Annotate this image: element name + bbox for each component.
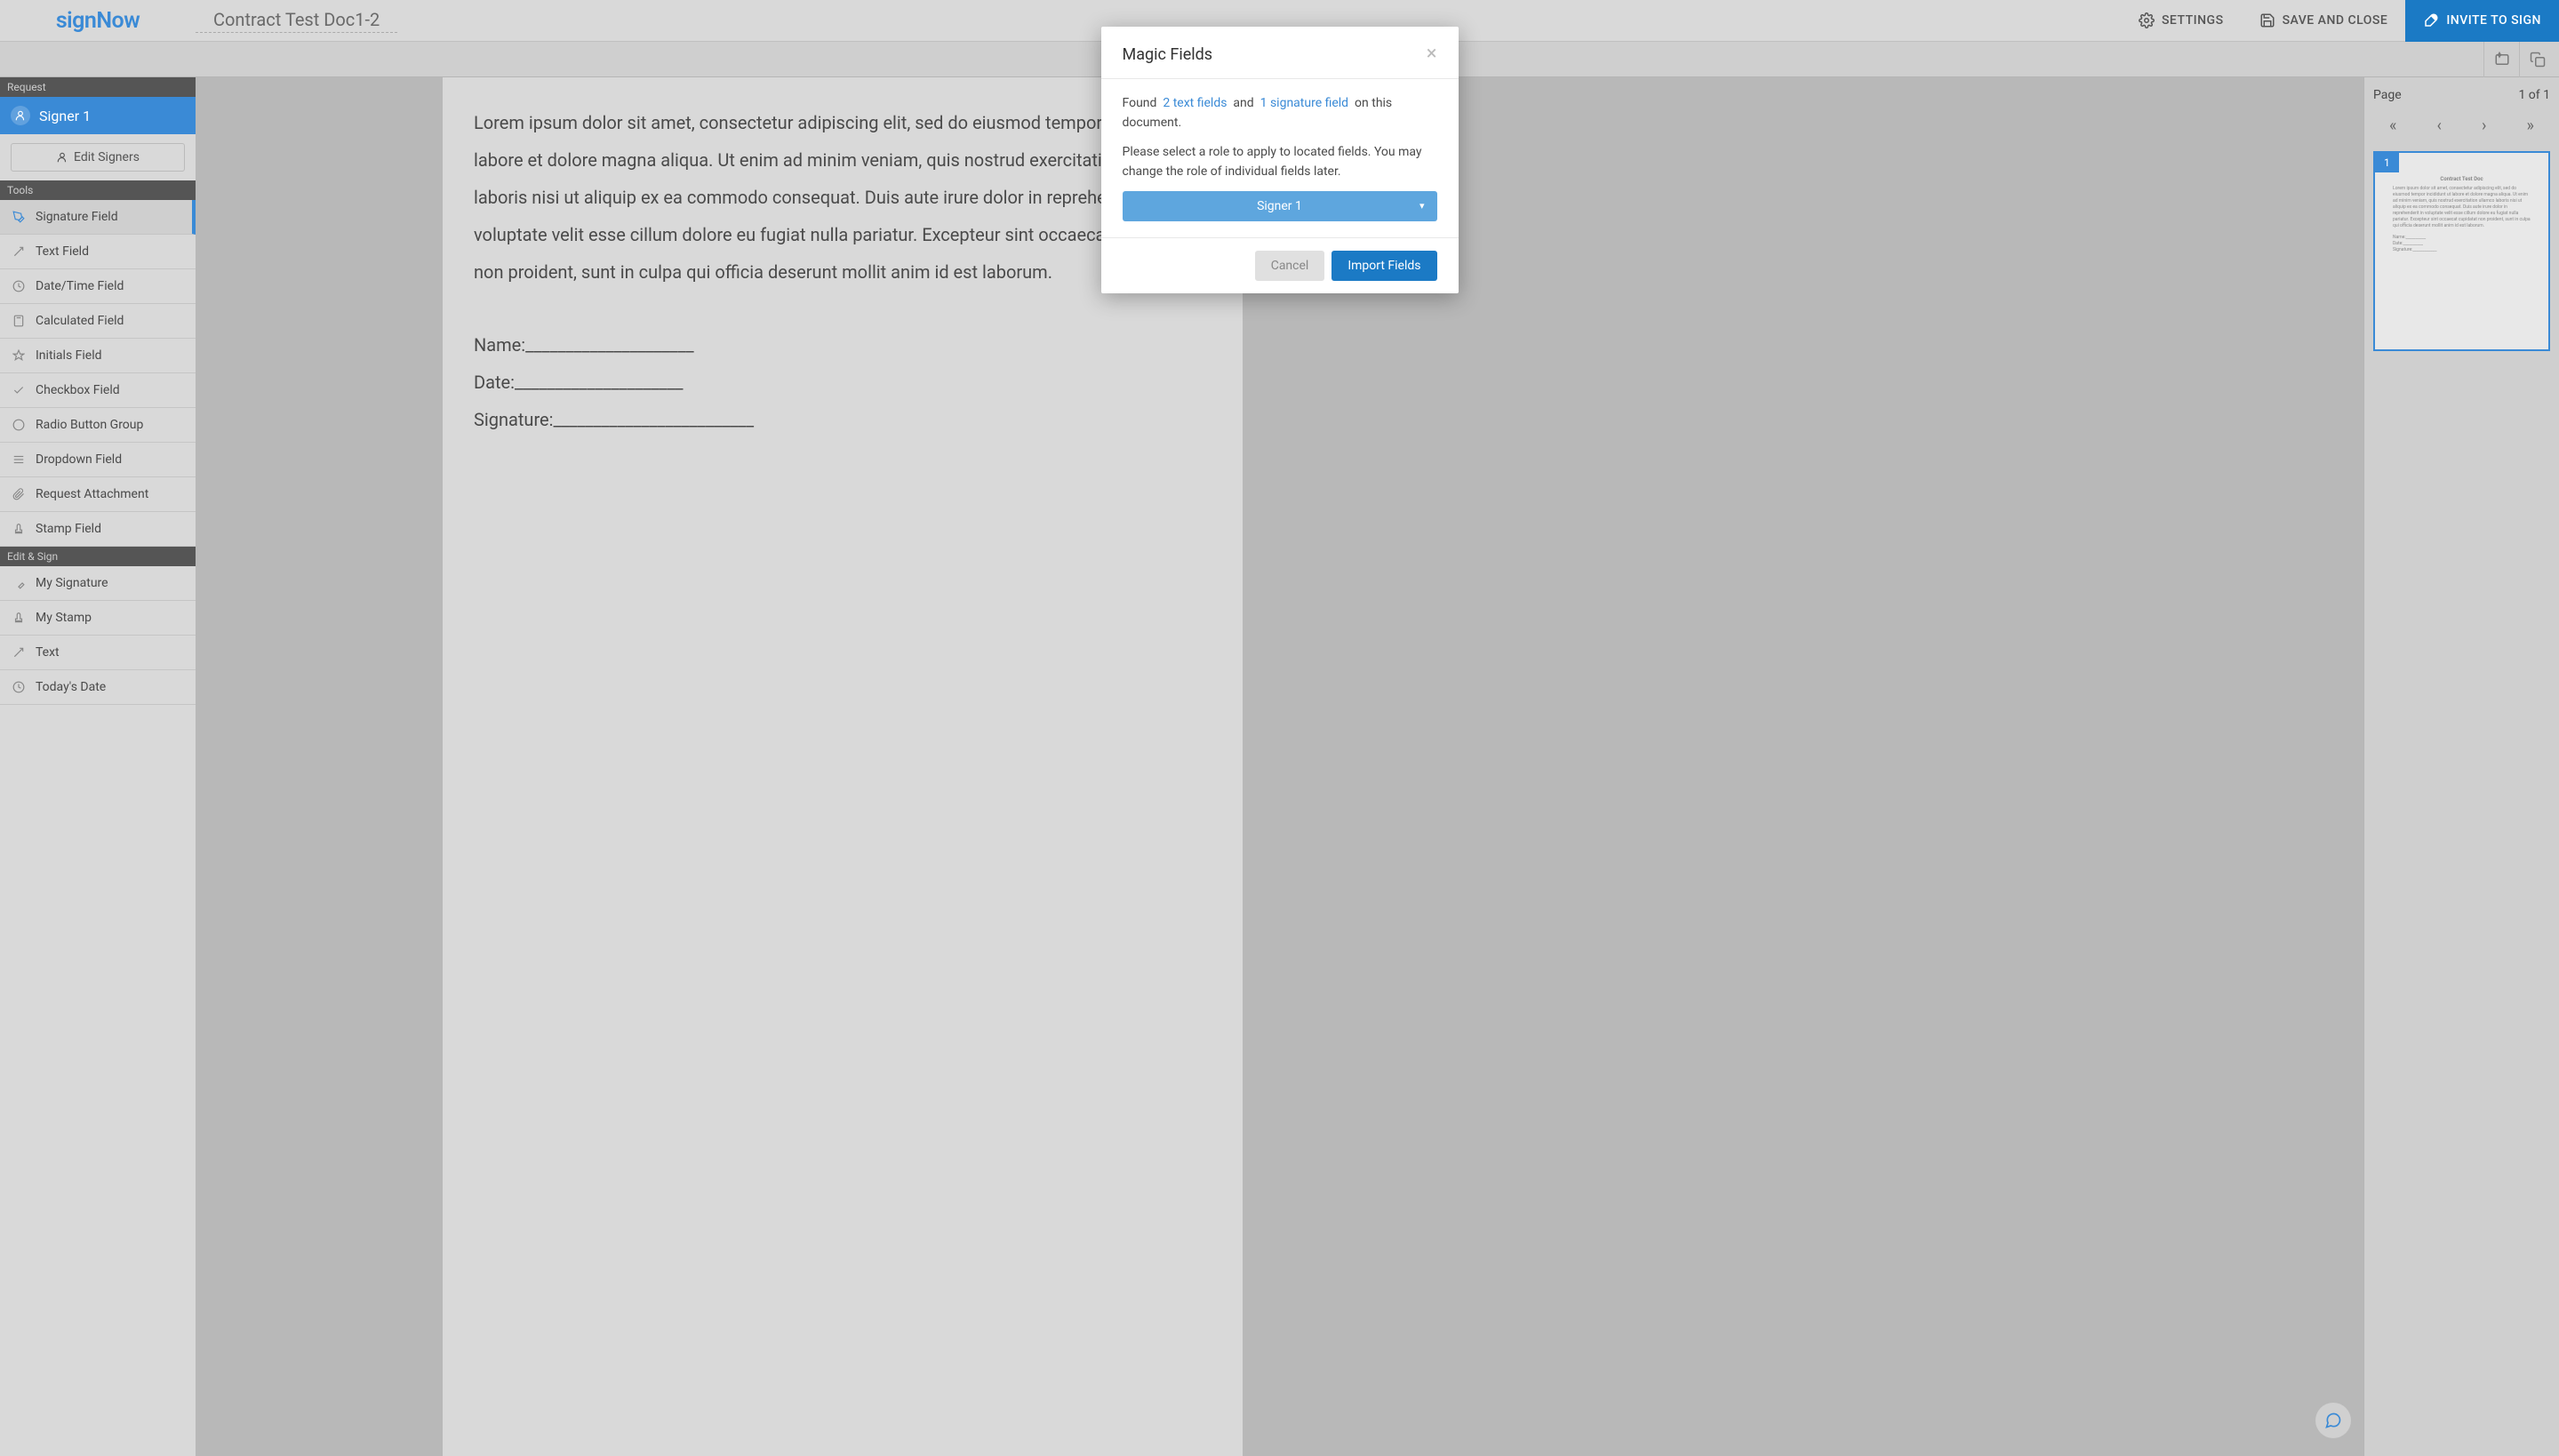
text-fields-link[interactable]: 2 text fields — [1163, 96, 1227, 110]
modal-overlay: Magic Fields × Found 2 text fields and 1… — [0, 0, 2559, 1456]
modal-close-button[interactable]: × — [1427, 44, 1437, 64]
role-select-value: Signer 1 — [1257, 199, 1302, 213]
role-select-dropdown[interactable]: Signer 1 — [1123, 191, 1437, 221]
signature-field-link[interactable]: 1 signature field — [1260, 96, 1348, 110]
modal-instruction: Please select a role to apply to located… — [1123, 142, 1437, 182]
modal-title: Magic Fields — [1123, 45, 1213, 64]
modal-found-text: Found 2 text fields and 1 signature fiel… — [1123, 93, 1437, 133]
import-fields-button[interactable]: Import Fields — [1331, 251, 1436, 281]
cancel-button[interactable]: Cancel — [1255, 251, 1325, 281]
magic-fields-modal: Magic Fields × Found 2 text fields and 1… — [1101, 27, 1459, 293]
